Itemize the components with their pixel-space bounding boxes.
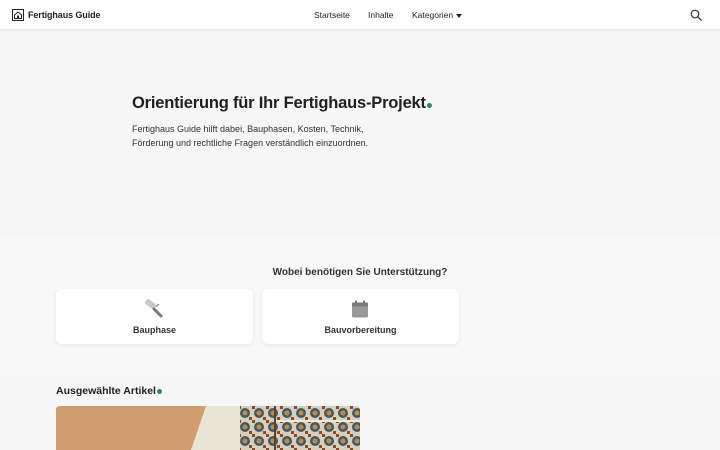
site-header: Fertighaus Guide Startseite Inhalte Kate… [0, 0, 720, 30]
nav-item-startseite[interactable]: Startseite [314, 0, 350, 30]
article-image[interactable] [56, 406, 360, 450]
page-title-text: Orientierung für Ihr Fertighaus-Projekt [132, 94, 426, 112]
nav-item-inhalte[interactable]: Inhalte [368, 0, 394, 30]
support-heading: Wobei benötigen Sie Unterstützung? [272, 267, 448, 278]
site-name: Fertighaus Guide [28, 10, 101, 20]
site-logo[interactable]: Fertighaus Guide [12, 8, 101, 22]
nav-item-kategorien[interactable]: Kategorien [412, 0, 463, 30]
accent-dot [426, 103, 432, 108]
calendar-icon [352, 300, 368, 318]
articles-heading-text: Ausgewählte Artikel [56, 385, 156, 397]
chevron-down-icon [456, 13, 463, 18]
hero-description: Fertighaus Guide hilft dabei, Bauphasen,… [132, 124, 369, 148]
accent-dot [156, 389, 162, 394]
page-title: Orientierung für Ihr Fertighaus-Projekt [132, 94, 432, 113]
nav-label: Inhalte [368, 10, 394, 20]
nav-label: Kategorien [412, 10, 454, 20]
nav-label: Startseite [314, 10, 350, 20]
category-card-bauvorbereitung[interactable]: Bauvorbereitung [262, 289, 459, 344]
card-label: Bauvorbereitung [324, 325, 397, 335]
house-icon [12, 9, 24, 21]
search-icon[interactable] [690, 9, 702, 21]
paint-roller-icon [144, 299, 163, 318]
article-photo [56, 406, 360, 450]
articles-heading: Ausgewählte Artikel [56, 385, 162, 397]
card-label: Bauphase [132, 325, 176, 335]
category-card-bauphase[interactable]: Bauphase [56, 289, 253, 344]
